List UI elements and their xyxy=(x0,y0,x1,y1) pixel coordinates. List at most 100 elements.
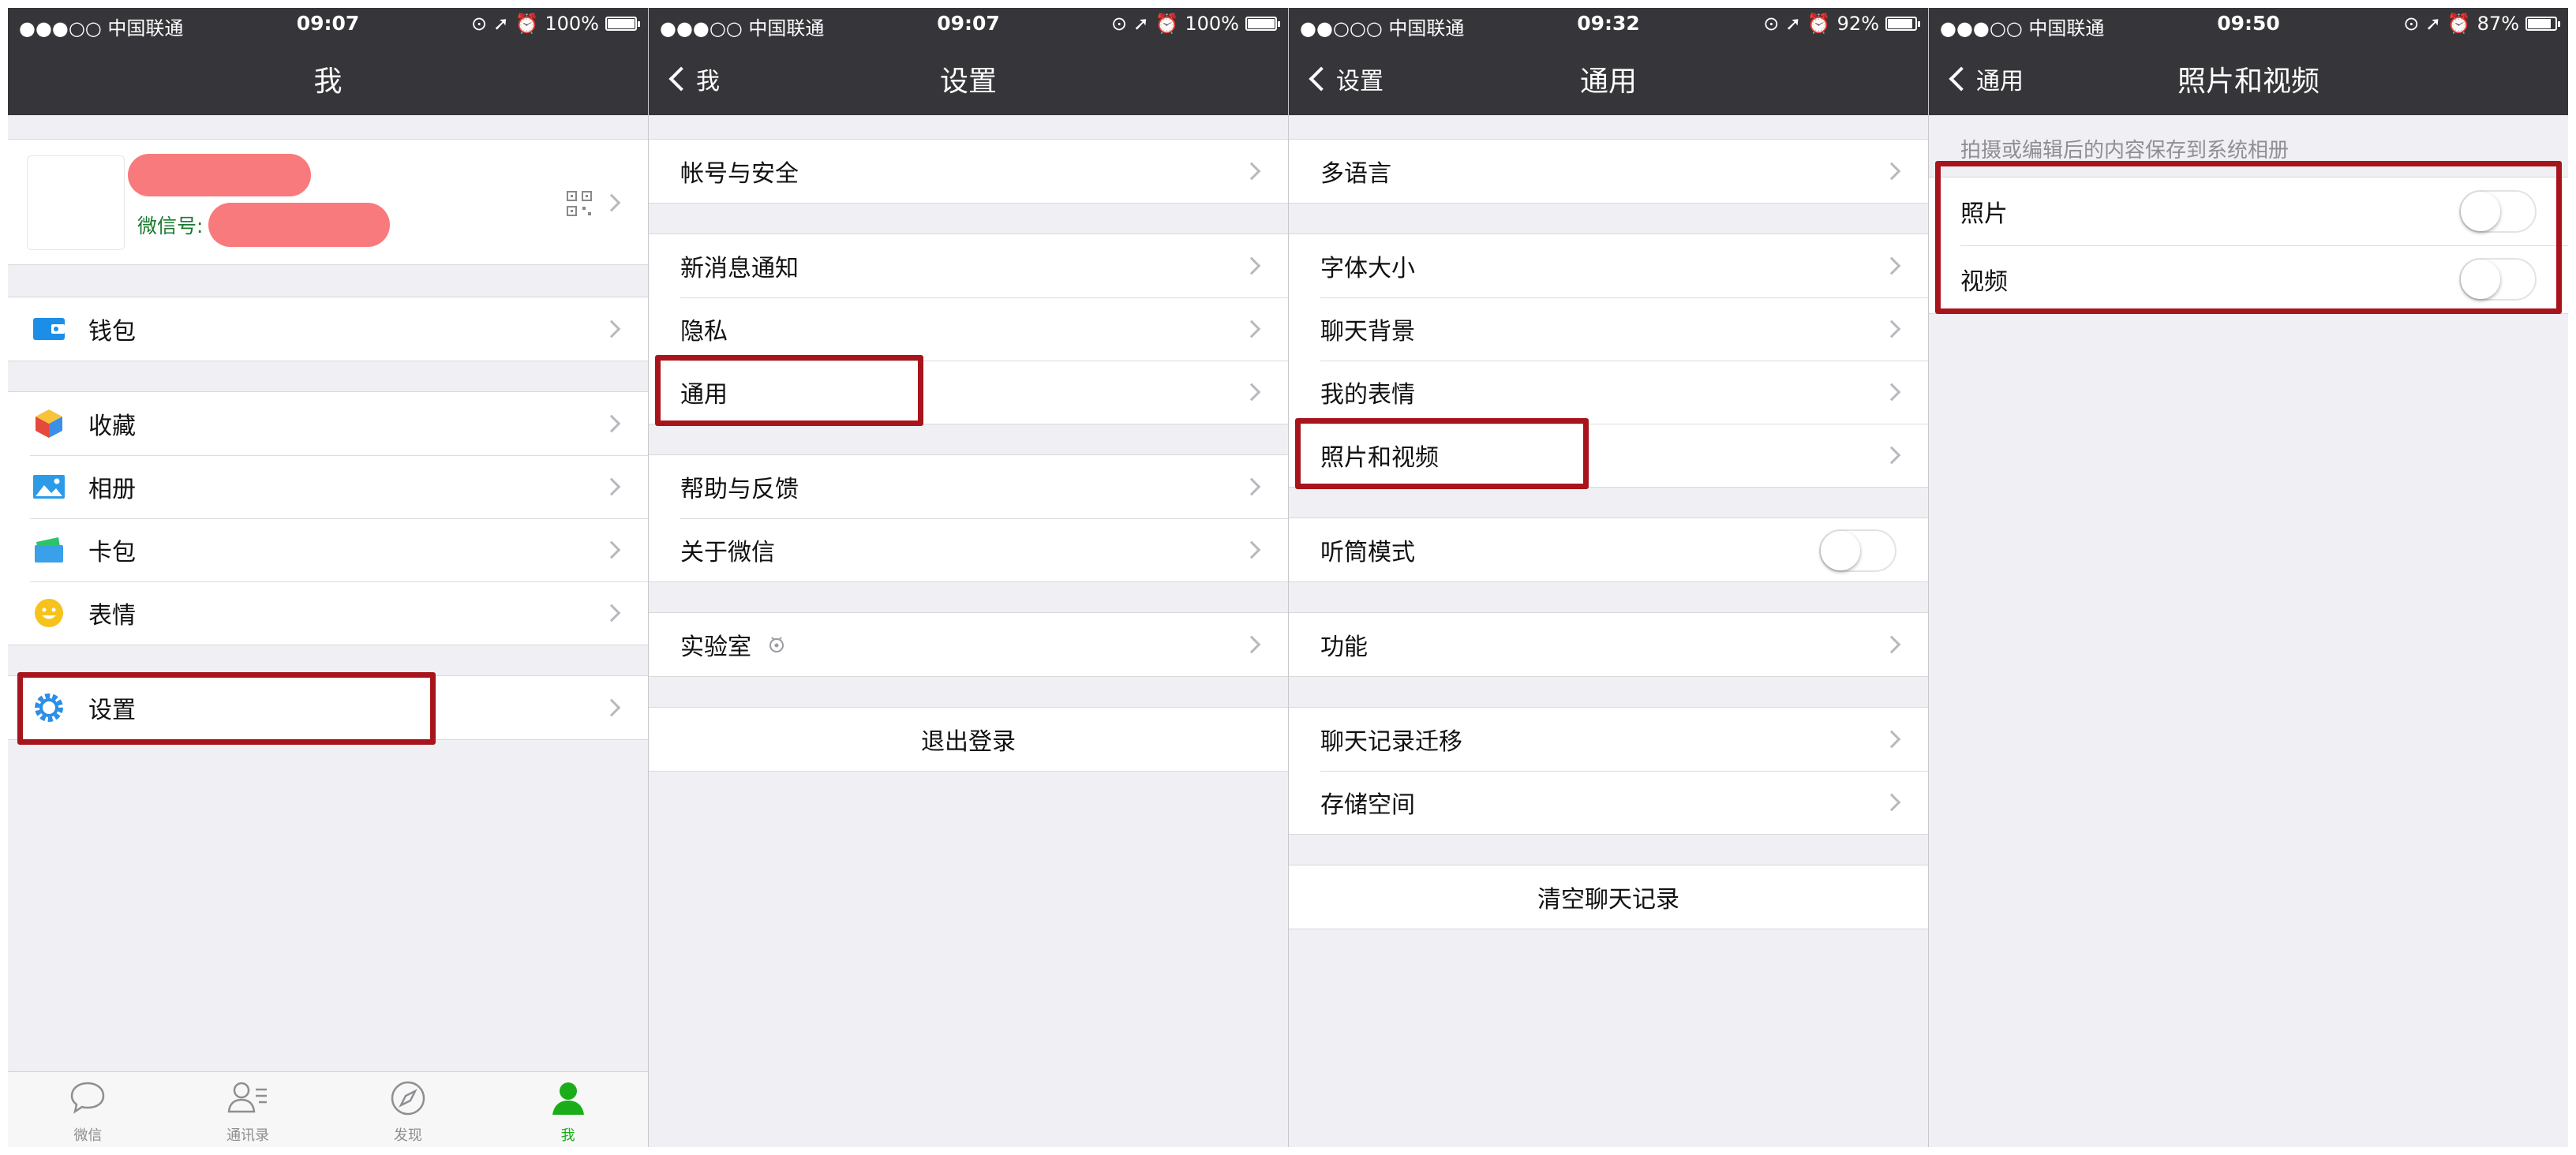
profile-card[interactable]: 微信号: xyxy=(8,139,648,265)
album-icon xyxy=(32,469,66,504)
menu-item-receiver-mode[interactable]: 听筒模式 xyxy=(1289,518,1928,581)
redacted-nickname xyxy=(128,154,311,196)
chevron-right-icon xyxy=(602,604,621,622)
wallet-icon xyxy=(32,312,66,346)
group-language: 多语言 xyxy=(1289,139,1928,204)
battery-percent: 100% xyxy=(545,13,599,35)
chevron-right-icon xyxy=(1882,320,1901,338)
group-wallet: 钱包 xyxy=(8,297,648,361)
page-title: 我 xyxy=(313,65,343,98)
page-title: 设置 xyxy=(939,65,997,98)
chevron-right-icon xyxy=(1882,383,1901,402)
screenshot-collage: ●●●○○ 中国联通 09:07 ⊙ ➚ ⏰ 100% 我 微信号: 钱包 收藏… xyxy=(8,8,2568,1147)
menu-item-stickers[interactable]: 表情 xyxy=(8,581,648,645)
tab-label: 微信 xyxy=(73,1127,103,1144)
menu-item-label: 功能 xyxy=(1320,634,1368,661)
menu-item-label: 听筒模式 xyxy=(1320,539,1415,566)
menu-item-language[interactable]: 多语言 xyxy=(1289,140,1928,203)
page-title: 照片和视频 xyxy=(2177,65,2320,98)
menu-item-account-security[interactable]: 帐号与安全 xyxy=(649,140,1288,203)
battery-icon xyxy=(1245,17,1280,31)
menu-item-help-feedback[interactable]: 帮助与反馈 xyxy=(649,455,1288,518)
qr-code-icon[interactable] xyxy=(566,190,593,217)
nav-bar: 我 设置 xyxy=(649,39,1288,115)
section-header: 拍摄或编辑后的内容保存到系统相册 xyxy=(1960,139,2290,163)
chevron-right-icon xyxy=(1882,730,1901,749)
logout-label: 退出登录 xyxy=(921,728,1016,756)
chat-bubble-icon xyxy=(71,1082,105,1114)
nav-bar: 设置 通用 xyxy=(1289,39,1928,115)
chevron-right-icon xyxy=(602,193,621,212)
status-icons: ⊙ ➚ ⏰ xyxy=(1111,13,1179,35)
page-title: 通用 xyxy=(1579,65,1637,98)
menu-item-my-stickers[interactable]: 我的表情 xyxy=(1289,361,1928,424)
lab-flask-icon xyxy=(769,637,784,652)
tab-discover[interactable]: 发现 xyxy=(328,1072,489,1147)
group-collections: 收藏 相册 卡包 表情 xyxy=(8,391,648,645)
group-help: 帮助与反馈 关于微信 xyxy=(649,454,1288,582)
battery-percent: 87% xyxy=(2477,13,2519,35)
status-right: ⊙ ➚ ⏰ 87% xyxy=(2403,13,2560,35)
tab-label: 发现 xyxy=(393,1127,422,1144)
menu-item-wallet[interactable]: 钱包 xyxy=(8,297,648,361)
chevron-right-icon xyxy=(602,477,621,496)
tab-label: 通讯录 xyxy=(227,1127,270,1144)
status-right: ⊙ ➚ ⏰ 100% xyxy=(471,13,640,35)
chevron-right-icon xyxy=(602,320,621,338)
status-bar: ●●●○○ 中国联通 09:50 ⊙ ➚ ⏰ 87% xyxy=(1929,8,2568,39)
highlight-box-toggles xyxy=(1935,161,2562,314)
logout-button[interactable]: 退出登录 xyxy=(649,708,1288,771)
menu-item-notifications[interactable]: 新消息通知 xyxy=(649,234,1288,297)
highlight-box-general xyxy=(655,355,923,426)
menu-item-label: 存储空间 xyxy=(1320,791,1415,819)
tab-label: 我 xyxy=(560,1127,575,1144)
tab-me[interactable]: 我 xyxy=(488,1072,648,1147)
battery-icon xyxy=(1885,17,1920,31)
compass-icon xyxy=(391,1081,425,1116)
chevron-right-icon xyxy=(1242,256,1261,275)
menu-item-about[interactable]: 关于微信 xyxy=(649,518,1288,581)
menu-item-chat-background[interactable]: 聊天背景 xyxy=(1289,297,1928,361)
receiver-mode-toggle[interactable] xyxy=(1819,529,1896,572)
tab-bar: 微信 通讯录 发现 我 xyxy=(8,1071,648,1147)
chevron-right-icon xyxy=(1242,320,1261,338)
status-icons: ⊙ ➚ ⏰ xyxy=(2403,13,2471,35)
menu-item-label: 收藏 xyxy=(88,413,136,440)
group-features: 功能 xyxy=(1289,612,1928,677)
chevron-right-icon xyxy=(1882,635,1901,654)
menu-item-label: 帮助与反馈 xyxy=(680,476,799,503)
battery-icon xyxy=(605,17,640,31)
group-account: 帐号与安全 xyxy=(649,139,1288,204)
menu-item-features[interactable]: 功能 xyxy=(1289,613,1928,676)
group-lab: 实验室 xyxy=(649,612,1288,677)
panel-me: ●●●○○ 中国联通 09:07 ⊙ ➚ ⏰ 100% 我 微信号: 钱包 收藏… xyxy=(8,8,648,1147)
menu-item-label: 聊天背景 xyxy=(1320,318,1415,346)
menu-item-card-pack[interactable]: 卡包 xyxy=(8,518,648,581)
chevron-right-icon xyxy=(1882,446,1901,465)
menu-item-label: 实验室 xyxy=(680,634,751,661)
menu-item-label: 聊天记录迁移 xyxy=(1320,728,1462,756)
tab-contacts[interactable]: 通讯录 xyxy=(168,1072,328,1147)
menu-item-font-size[interactable]: 字体大小 xyxy=(1289,234,1928,297)
avatar[interactable] xyxy=(27,155,125,250)
menu-item-label: 卡包 xyxy=(88,539,136,566)
status-icons: ⊙ ➚ ⏰ xyxy=(1763,13,1831,35)
clear-chat-history-button[interactable]: 清空聊天记录 xyxy=(1289,865,1928,929)
battery-percent: 100% xyxy=(1185,13,1239,35)
group-logout: 退出登录 xyxy=(649,707,1288,772)
menu-item-lab[interactable]: 实验室 xyxy=(649,613,1288,676)
highlight-box-settings xyxy=(17,672,436,745)
menu-item-chat-migration[interactable]: 聊天记录迁移 xyxy=(1289,708,1928,771)
menu-item-label: 隐私 xyxy=(680,318,728,346)
menu-item-privacy[interactable]: 隐私 xyxy=(649,297,1288,361)
menu-item-favorites[interactable]: 收藏 xyxy=(8,392,648,455)
menu-item-album[interactable]: 相册 xyxy=(8,455,648,518)
tab-chats[interactable]: 微信 xyxy=(8,1072,168,1147)
group-storage: 聊天记录迁移 存储空间 xyxy=(1289,707,1928,835)
status-right: ⊙ ➚ ⏰ 92% xyxy=(1763,13,1920,35)
menu-item-label: 钱包 xyxy=(88,318,136,346)
menu-item-storage[interactable]: 存储空间 xyxy=(1289,771,1928,834)
nav-bar: 通用 照片和视频 xyxy=(1929,39,2568,115)
chevron-right-icon xyxy=(1882,793,1901,812)
contacts-icon xyxy=(227,1082,268,1113)
